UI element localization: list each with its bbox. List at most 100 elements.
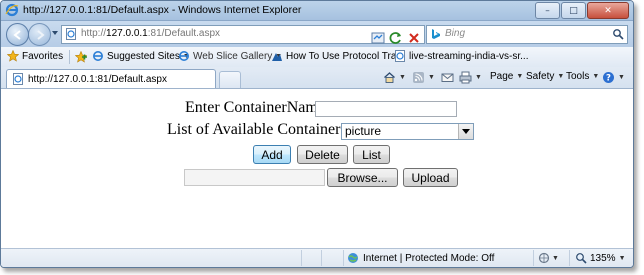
chevron-down-icon: ▼	[618, 74, 625, 81]
minimize-button[interactable]: –	[535, 2, 560, 19]
fav-link-label: live-streaming-india-vs-sr...	[409, 50, 529, 62]
bing-logo-icon	[432, 29, 440, 39]
ie-page-icon	[395, 50, 405, 62]
back-button[interactable]	[6, 23, 29, 46]
safety-menu[interactable]: Safety ▼	[526, 71, 564, 82]
list-button[interactable]: List	[353, 145, 390, 164]
svg-text:?: ?	[606, 74, 611, 84]
fav-link-label: Suggested Sites	[107, 50, 180, 62]
chevron-down-icon: ▼	[428, 74, 435, 81]
favorites-star-icon	[7, 50, 19, 62]
address-url[interactable]: http://127.0.0.1:81/Default.aspx	[81, 28, 220, 39]
file-path-input[interactable]	[184, 169, 325, 186]
chevron-down-icon	[462, 129, 470, 134]
status-divider	[343, 250, 344, 266]
chevron-down-icon: ▼	[516, 73, 524, 80]
chevron-down-icon: ▼	[475, 74, 482, 81]
status-divider	[569, 250, 570, 266]
help-button[interactable]: ? ▼	[602, 71, 625, 84]
page-icon	[13, 73, 23, 85]
security-settings-icon	[538, 252, 550, 264]
safety-menu-label: Safety	[526, 71, 555, 82]
containers-select[interactable]: picture	[341, 123, 474, 140]
address-box[interactable]: http://127.0.0.1:81/Default.aspx	[61, 25, 425, 44]
compatibility-view-icon[interactable]	[370, 30, 386, 46]
containers-select-value: picture	[345, 124, 382, 138]
status-bar: Internet | Protected Mode: Off ▼ 135% ▼	[1, 248, 633, 267]
forward-button[interactable]	[28, 23, 51, 46]
help-icon: ?	[603, 72, 614, 84]
search-placeholder: Bing	[445, 28, 466, 39]
security-zone-label: Internet | Protected Mode: Off	[363, 252, 495, 264]
read-mail-button[interactable]	[441, 71, 454, 84]
favorites-label: Favorites	[22, 50, 64, 62]
rss-feed-icon	[413, 72, 424, 83]
window-controls: – □ ✕	[535, 2, 629, 19]
home-button[interactable]: ▼	[383, 71, 406, 84]
upload-button[interactable]: Upload	[403, 168, 458, 187]
printer-icon	[459, 71, 472, 84]
protected-mode-button[interactable]: ▼	[538, 252, 559, 264]
fav-link-web-slice-gallery[interactable]: Web Slice Gallery ▼	[178, 50, 282, 62]
site-favicon-icon	[272, 53, 282, 61]
print-button[interactable]: ▼	[459, 71, 482, 84]
favorites-bar: Favorites Suggested Sites ▼ Web Slice Ga…	[1, 47, 633, 68]
window-title: http://127.0.0.1:81/Default.aspx - Windo…	[23, 4, 302, 16]
page-content: Enter ContainerName List of Available Co…	[1, 89, 633, 249]
fav-link-label: Web Slice Gallery	[193, 50, 273, 62]
delete-button[interactable]: Delete	[297, 145, 348, 164]
fav-link-label: How To Use Protocol Tra...	[286, 50, 405, 62]
refresh-icon[interactable]	[388, 30, 404, 46]
mail-icon	[441, 73, 454, 82]
stop-icon[interactable]	[406, 30, 422, 46]
status-divider	[533, 250, 534, 266]
chevron-down-icon: ▼	[399, 74, 406, 81]
page-menu[interactable]: Page ▼	[490, 71, 523, 82]
fav-link-protocol-transition[interactable]: How To Use Protocol Tra...	[271, 50, 405, 62]
favorites-separator	[69, 50, 70, 64]
favorites-button[interactable]: Favorites	[7, 50, 63, 62]
maximize-button[interactable]: □	[561, 2, 586, 19]
zoom-level: 135%	[590, 252, 616, 264]
forward-arrow-icon	[36, 29, 45, 40]
tab-bar: http://127.0.0.1:81/Default.aspx ▼ ▼ ▼ P…	[1, 67, 633, 89]
tab-label: http://127.0.0.1:81/Default.aspx	[28, 73, 167, 85]
home-icon	[384, 72, 395, 83]
search-icon[interactable]	[612, 28, 624, 40]
add-to-favorites-icon[interactable]	[75, 51, 87, 63]
internet-explorer-icon	[5, 3, 19, 17]
browse-button[interactable]: Browse...	[327, 168, 398, 187]
navigation-bar: http://127.0.0.1:81/Default.aspx Bing	[1, 21, 633, 47]
history-dropdown-icon[interactable]	[51, 29, 59, 37]
security-zone[interactable]: Internet | Protected Mode: Off	[347, 252, 494, 264]
feeds-button[interactable]: ▼	[412, 71, 435, 84]
search-box[interactable]: Bing	[426, 25, 628, 44]
zoom-control[interactable]: 135% ▼	[575, 252, 626, 264]
tab-default-aspx[interactable]: http://127.0.0.1:81/Default.aspx	[6, 69, 216, 88]
zoom-magnifier-icon	[576, 253, 587, 264]
container-name-label: Enter ContainerName	[185, 99, 325, 116]
internet-globe-icon	[348, 253, 358, 263]
page-menu-label: Page	[490, 71, 514, 82]
status-divider	[321, 250, 322, 266]
tools-menu[interactable]: Tools ▼	[566, 71, 599, 82]
ie-page-icon	[179, 51, 189, 61]
new-tab-button[interactable]	[219, 71, 241, 88]
chevron-down-icon: ▼	[557, 73, 565, 80]
chevron-down-icon: ▼	[592, 73, 600, 80]
fav-link-suggested-sites[interactable]: Suggested Sites ▼	[92, 50, 190, 62]
select-dropdown-arrow[interactable]	[458, 124, 473, 139]
container-name-input[interactable]	[315, 101, 457, 117]
tools-menu-label: Tools	[566, 71, 590, 82]
chevron-down-icon: ▼	[552, 254, 559, 262]
add-button[interactable]: Add	[253, 145, 291, 164]
title-bar: http://127.0.0.1:81/Default.aspx - Windo…	[1, 1, 633, 21]
status-divider	[301, 250, 302, 266]
available-containers-label: List of Available Containers :	[167, 121, 356, 138]
close-button[interactable]: ✕	[587, 2, 629, 19]
ie-page-icon	[93, 51, 103, 61]
chevron-down-icon: ▼	[618, 254, 626, 262]
fav-link-live-streaming[interactable]: live-streaming-india-vs-sr...	[394, 50, 528, 62]
browser-window: http://127.0.0.1:81/Default.aspx - Windo…	[0, 0, 634, 268]
back-arrow-icon	[12, 29, 21, 40]
